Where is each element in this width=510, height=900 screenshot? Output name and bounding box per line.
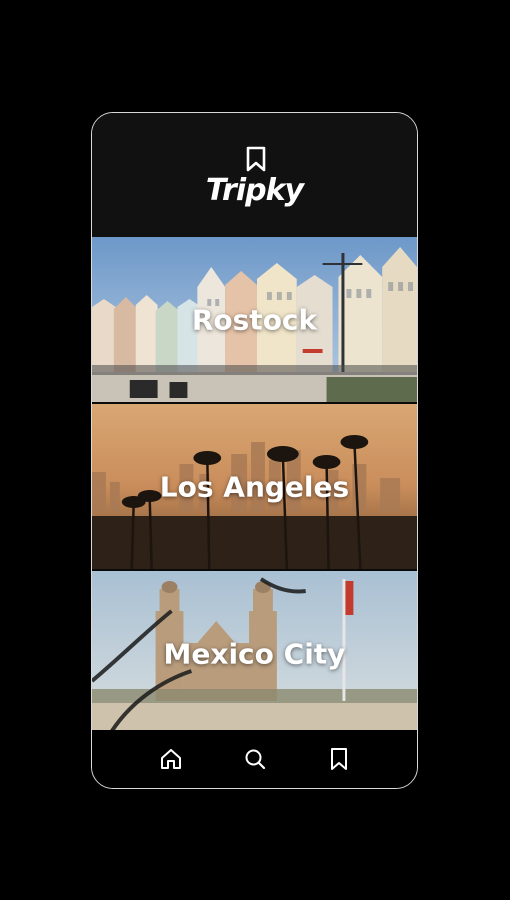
bottom-navigation <box>92 730 417 788</box>
home-icon <box>160 749 181 769</box>
nav-search-button[interactable] <box>241 745 269 773</box>
bookmark-icon <box>246 146 266 172</box>
destination-card-los-angeles[interactable]: Los Angeles <box>92 404 417 569</box>
destination-name: Los Angeles <box>159 470 350 503</box>
nav-home-button[interactable] <box>157 745 185 773</box>
app-header: Tripky <box>92 113 417 237</box>
destination-list: Rostock Los Angeles Mexico City <box>92 237 417 738</box>
phone-frame: Tripky Rostock Los Angeles Mexico City <box>91 112 418 789</box>
search-icon <box>245 749 265 770</box>
nav-saved-button[interactable] <box>325 745 353 773</box>
bookmark-icon <box>330 748 347 770</box>
app-brand-name: Tripky <box>205 173 304 208</box>
destination-name: Rostock <box>191 303 318 336</box>
destination-card-rostock[interactable]: Rostock <box>92 237 417 402</box>
destination-card-mexico-city[interactable]: Mexico City <box>92 571 417 736</box>
destination-name: Mexico City <box>163 637 346 670</box>
